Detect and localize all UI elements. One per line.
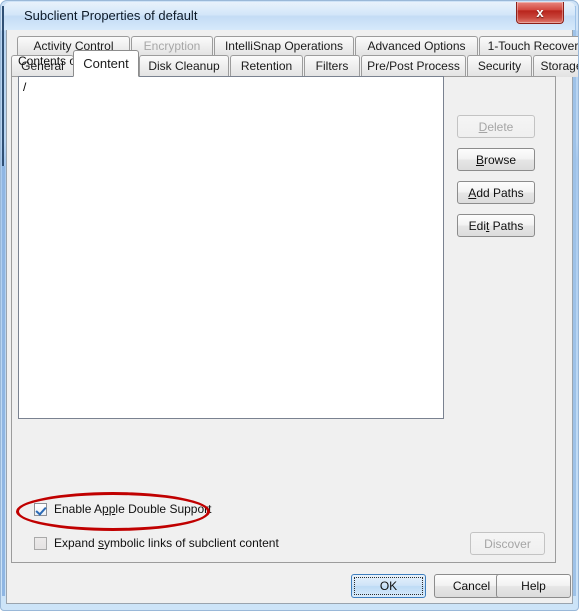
add-paths-button[interactable]: Add Paths xyxy=(457,181,535,204)
ok-button[interactable]: OK xyxy=(351,574,426,598)
add-paths-button-label: Add Paths xyxy=(468,185,524,200)
cancel-button-label: Cancel xyxy=(452,579,491,593)
dialog-screenshot: Subclient Properties of default x Activi… xyxy=(0,0,579,611)
close-icon: x xyxy=(536,5,544,20)
tab-intellisnap-operations[interactable]: IntelliSnap Operations xyxy=(214,36,354,56)
title-bar: Subclient Properties of default xyxy=(4,2,575,30)
tab-advanced-options[interactable]: Advanced Options xyxy=(355,36,478,56)
help-button[interactable]: Help xyxy=(496,574,571,598)
delete-button-label: Delete xyxy=(478,119,514,134)
browse-button-label: Browse xyxy=(475,152,517,167)
edit-paths-button[interactable]: Edit Paths xyxy=(457,214,535,237)
help-button-label: Help xyxy=(521,579,546,593)
discover-button: Discover xyxy=(470,532,545,555)
apple-double-support-checkbox[interactable] xyxy=(34,502,47,516)
tab-retention[interactable]: Retention xyxy=(230,55,303,77)
tab-filters[interactable]: Filters xyxy=(304,55,360,77)
delete-button: Delete xyxy=(457,115,535,138)
tab-encryption: Encryption xyxy=(131,36,213,56)
close-button[interactable]: x xyxy=(516,2,564,24)
frame-edge-left-dark xyxy=(2,6,4,166)
tab-1-touch-recovery[interactable]: 1-Touch Recovery xyxy=(479,36,579,56)
tab-security[interactable]: Security xyxy=(467,55,532,77)
list-item[interactable]: / xyxy=(23,80,26,94)
browse-button[interactable]: Browse xyxy=(457,148,535,171)
expand-symbolic-links-checkbox[interactable] xyxy=(34,536,47,550)
tab-storage-device[interactable]: Storage Device xyxy=(533,55,579,77)
expand-symbolic-links-row[interactable]: Expand symbolic links of subclient conte… xyxy=(34,536,279,550)
expand-symbolic-links-label: Expand symbolic links of subclient conte… xyxy=(54,536,279,550)
ok-button-label: OK xyxy=(379,579,398,593)
edit-paths-button-label: Edit Paths xyxy=(468,218,524,233)
contents-listbox[interactable]: / xyxy=(18,76,444,419)
frame-edge-right xyxy=(573,6,576,596)
window-title: Subclient Properties of default xyxy=(24,8,198,23)
tab-content[interactable]: Content xyxy=(73,50,139,77)
frame-edge-left-light xyxy=(2,166,5,596)
apple-double-support-row[interactable]: Enable Apple Double Support xyxy=(34,502,211,516)
tab-disk-cleanup[interactable]: Disk Cleanup xyxy=(139,55,229,77)
tab-pre-post-process[interactable]: Pre/Post Process xyxy=(361,55,466,77)
apple-double-support-label: Enable Apple Double Support xyxy=(54,502,212,516)
